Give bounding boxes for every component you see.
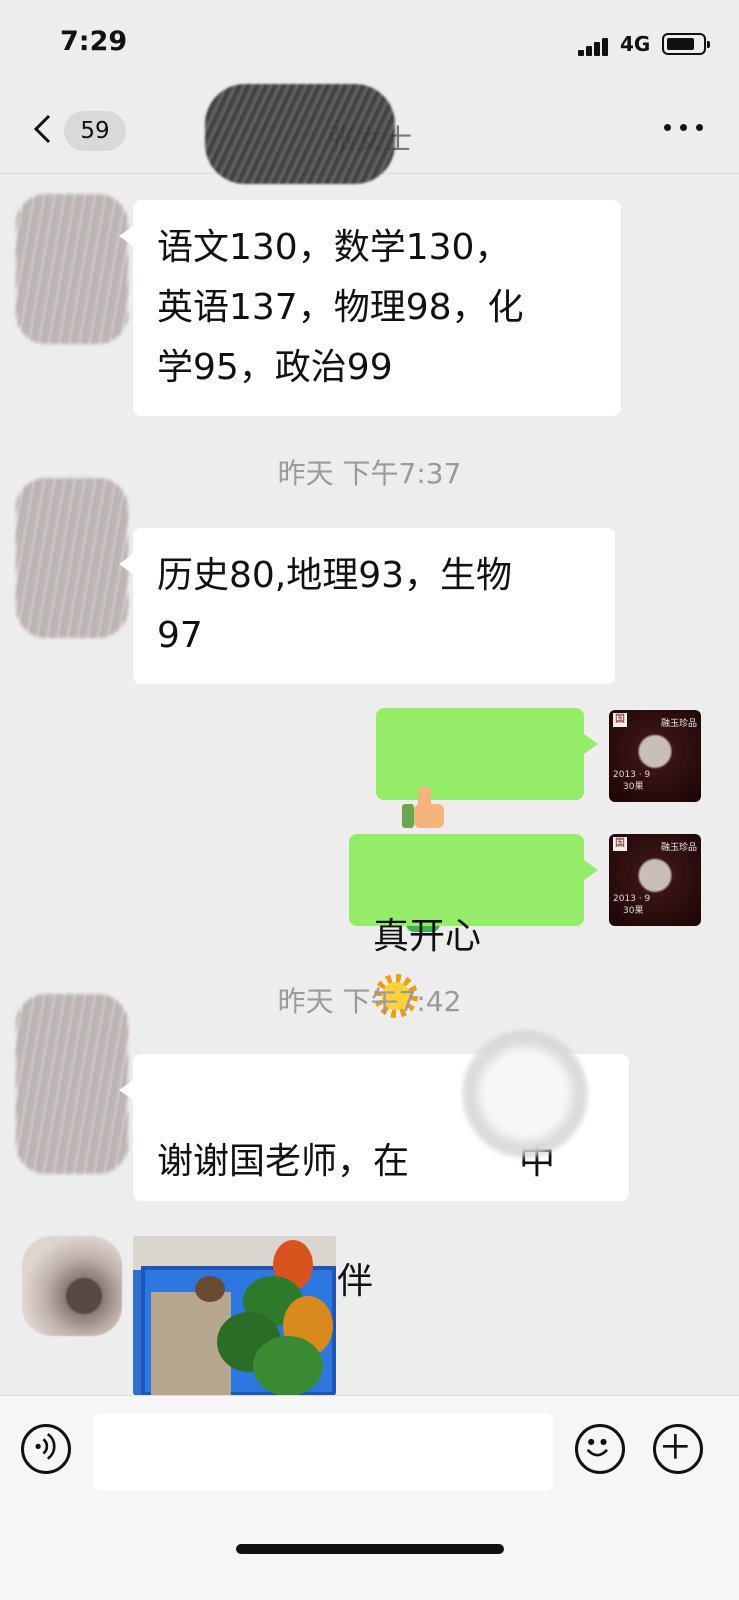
my-avatar[interactable]: 国 融玉珍品 2013 · 9 30果 xyxy=(609,834,701,926)
contact-avatar[interactable] xyxy=(16,194,128,344)
more-dots-icon[interactable] xyxy=(664,124,704,134)
outgoing-message[interactable]: 真开心 xyxy=(349,834,598,1018)
avatar-seal: 国 xyxy=(613,713,627,727)
image-message[interactable] xyxy=(133,1236,336,1396)
incoming-message[interactable]: 语文130，数学130， 英语137，物理98，化 学95，政治99 xyxy=(119,200,621,416)
my-avatar[interactable]: 国 融玉珍品 2013 · 9 30果 xyxy=(609,710,701,802)
home-indicator xyxy=(236,1544,504,1554)
incoming-message[interactable]: 历史80,地理93，生物 97 xyxy=(119,528,615,684)
network-label: 4G xyxy=(620,32,651,56)
contact-avatar[interactable] xyxy=(16,478,128,638)
avatar-brand: 融玉珍品 xyxy=(660,843,697,853)
thumbs-up-icon xyxy=(400,784,446,830)
voice-icon[interactable] xyxy=(21,1424,71,1474)
avatar-count: 30果 xyxy=(623,782,644,792)
message-text: 谢谢国老师，在 xyxy=(157,1141,410,1182)
redaction-blur xyxy=(462,1030,588,1158)
message-text: 真开心 xyxy=(373,916,482,957)
contact-avatar[interactable] xyxy=(22,1236,122,1336)
redaction-scribble xyxy=(205,84,395,184)
emoji-face-icon[interactable] xyxy=(575,1424,625,1474)
avatar-brand: 融玉珍品 xyxy=(660,719,697,729)
battery-icon xyxy=(662,33,710,55)
chevron-left-icon[interactable] xyxy=(32,114,52,144)
status-time: 7:29 xyxy=(60,26,128,57)
input-bar xyxy=(0,1395,739,1600)
chat-header: 59 张女士 xyxy=(0,84,739,184)
outgoing-message[interactable] xyxy=(376,708,598,932)
unread-count-badge[interactable]: 59 xyxy=(64,111,126,151)
plus-icon[interactable] xyxy=(653,1424,703,1474)
signal-icon xyxy=(578,36,610,56)
contact-avatar[interactable] xyxy=(16,994,128,1174)
avatar-count: 30果 xyxy=(623,906,644,916)
avatar-seal: 国 xyxy=(613,837,627,851)
message-input[interactable] xyxy=(93,1413,553,1491)
status-bar: 7:29 4G xyxy=(0,0,739,84)
